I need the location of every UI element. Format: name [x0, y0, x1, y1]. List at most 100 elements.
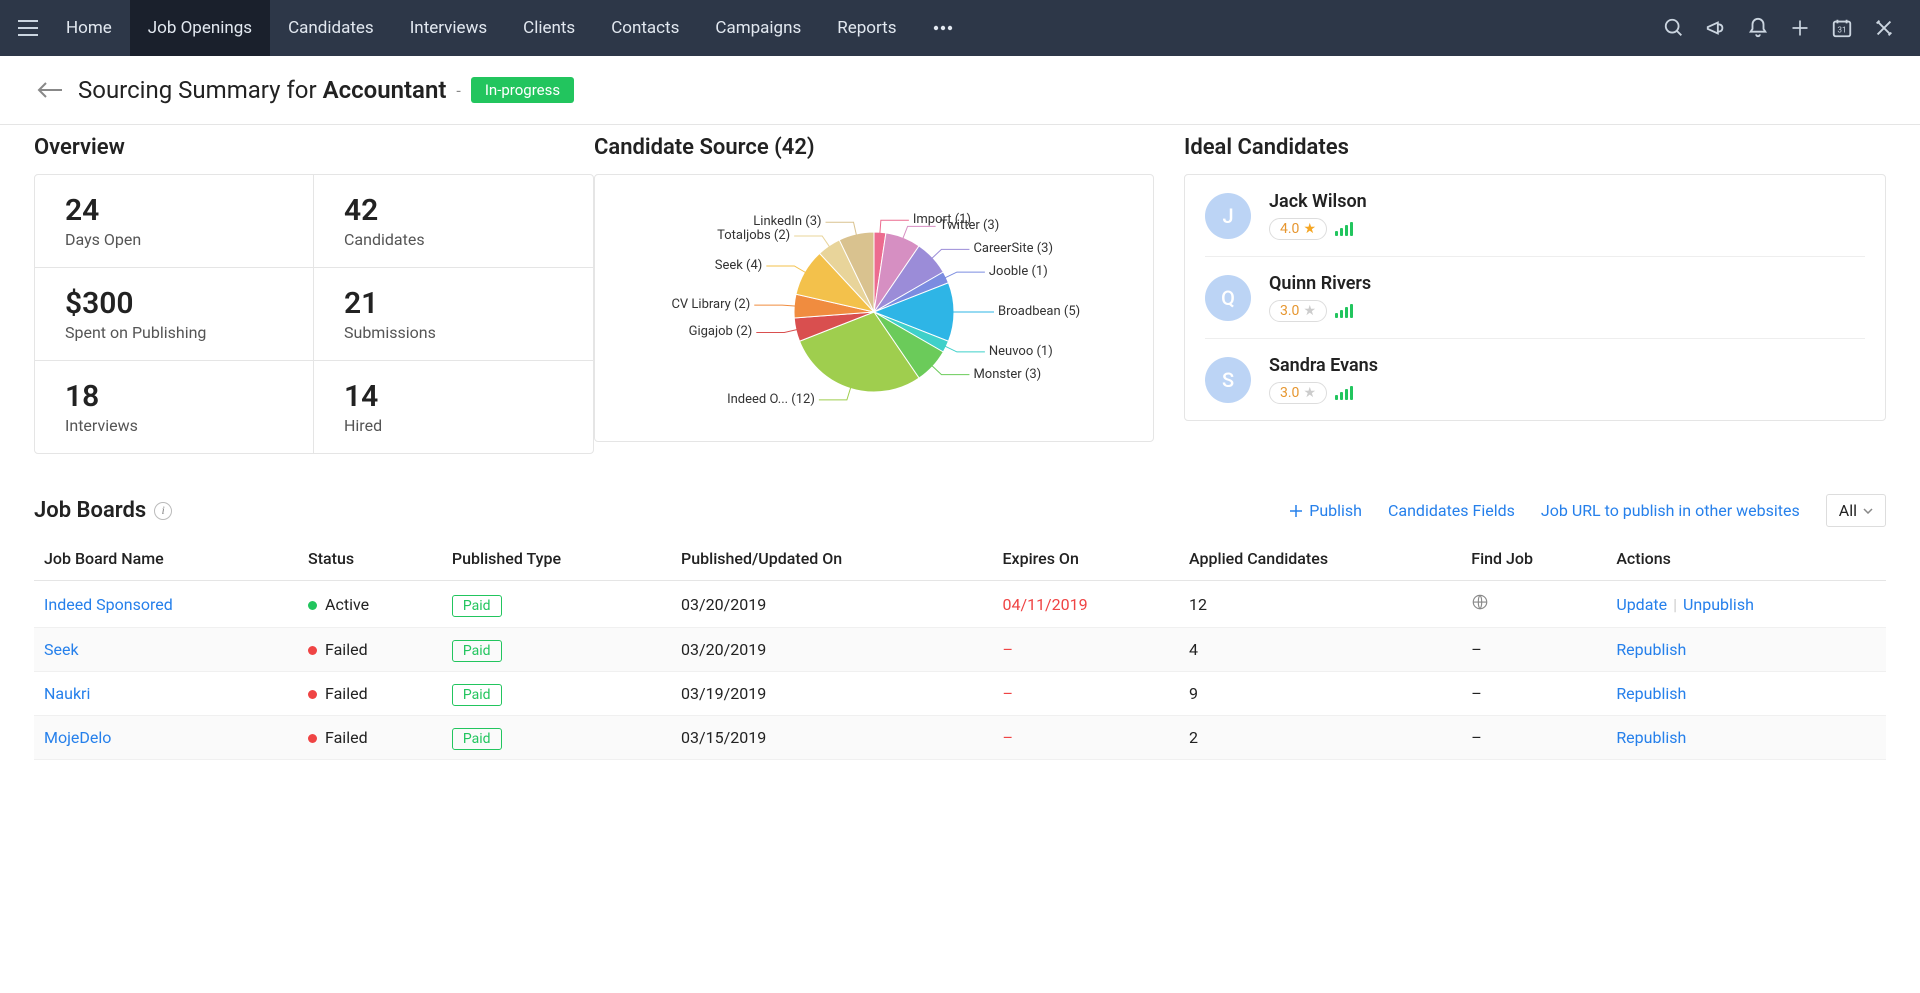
- filter-dropdown[interactable]: All: [1826, 494, 1886, 527]
- board-name-link[interactable]: MojeDelo: [44, 728, 111, 747]
- tools-icon[interactable]: [1872, 16, 1896, 40]
- candidate-name: Quinn Rivers: [1269, 273, 1865, 294]
- pie-label: Broadbean (5): [998, 304, 1080, 319]
- calendar-icon[interactable]: 31: [1830, 16, 1854, 40]
- nav-reports[interactable]: Reports: [819, 0, 914, 56]
- action-republish[interactable]: Republish: [1616, 728, 1686, 747]
- column-header: Actions: [1606, 537, 1886, 581]
- board-name-link[interactable]: Naukri: [44, 684, 90, 703]
- expires-cell: –: [992, 628, 1179, 672]
- actions-cell: Republish: [1606, 672, 1886, 716]
- stat-cell: 21Submissions: [314, 268, 593, 361]
- column-header: Expires On: [992, 537, 1179, 581]
- table-row: SeekFailedPaid03/20/2019–4–Republish: [34, 628, 1886, 672]
- signal-icon: [1335, 386, 1353, 400]
- avatar: Q: [1205, 275, 1251, 321]
- job-url-link[interactable]: Job URL to publish in other websites: [1541, 501, 1800, 520]
- top-nav: HomeJob OpeningsCandidatesInterviewsClie…: [0, 0, 1920, 56]
- board-name-link[interactable]: Indeed Sponsored: [44, 595, 173, 614]
- stat-cell: 18Interviews: [35, 361, 314, 453]
- pie-label: Totaljobs (2): [717, 228, 790, 243]
- stat-label: Submissions: [344, 323, 563, 342]
- nav-campaigns[interactable]: Campaigns: [697, 0, 819, 56]
- bell-icon[interactable]: [1746, 16, 1770, 40]
- applied-cell: 12: [1179, 581, 1461, 628]
- findjob-cell: –: [1461, 628, 1606, 672]
- globe-icon[interactable]: [1471, 596, 1489, 615]
- candidates-fields-link[interactable]: Candidates Fields: [1388, 501, 1515, 520]
- column-header: Published Type: [442, 537, 671, 581]
- stat-label: Spent on Publishing: [65, 323, 283, 342]
- paid-pill: Paid: [452, 595, 502, 617]
- paid-pill: Paid: [452, 640, 502, 662]
- paid-pill: Paid: [452, 684, 502, 706]
- search-icon[interactable]: [1662, 16, 1686, 40]
- candidate-row[interactable]: QQuinn Rivers3.0 ★: [1205, 257, 1865, 339]
- pie-label: Neuvoo (1): [989, 344, 1053, 359]
- ideal-heading: Ideal Candidates: [1184, 135, 1886, 160]
- actions-cell: Update|Unpublish: [1606, 581, 1886, 628]
- announce-icon[interactable]: [1704, 16, 1728, 40]
- nav-contacts[interactable]: Contacts: [593, 0, 697, 56]
- findjob-cell: –: [1461, 672, 1606, 716]
- stats-grid: 24 Days Open 42Candidates$300Spent on Publ…: [34, 174, 594, 454]
- action-republish[interactable]: Republish: [1616, 640, 1686, 659]
- expires-cell: 04/11/2019: [992, 581, 1179, 628]
- board-name-link[interactable]: Seek: [44, 640, 79, 659]
- jobboards-table: Job Board NameStatusPublished TypePublis…: [34, 537, 1886, 760]
- pie-label: Twitter (3): [940, 218, 1000, 233]
- ideal-candidates-card: JJack Wilson4.0 ★QQuinn Rivers3.0 ★SSand…: [1184, 174, 1886, 421]
- action-unpublish[interactable]: Unpublish: [1683, 595, 1754, 614]
- candidate-name: Sandra Evans: [1269, 355, 1865, 376]
- stat-cell: 42Candidates: [314, 175, 593, 268]
- plus-icon[interactable]: [1788, 16, 1812, 40]
- pie-label: Indeed O... (12): [727, 392, 815, 407]
- status-cell: Failed: [298, 672, 442, 716]
- jobboards-heading: Job Boards: [34, 498, 146, 523]
- back-arrow-icon[interactable]: [34, 74, 66, 106]
- stat-label: Interviews: [65, 416, 283, 435]
- nav-clients[interactable]: Clients: [505, 0, 593, 56]
- pie-label: Jooble (1): [989, 264, 1048, 279]
- candidate-row[interactable]: SSandra Evans3.0 ★: [1205, 339, 1865, 420]
- column-header: Published/Updated On: [671, 537, 992, 581]
- applied-cell: 9: [1179, 672, 1461, 716]
- findjob-cell: [1461, 581, 1606, 628]
- publish-button[interactable]: Publish: [1289, 501, 1362, 520]
- action-update[interactable]: Update: [1616, 595, 1667, 614]
- status-cell: Failed: [298, 628, 442, 672]
- pie-label: LinkedIn (3): [753, 214, 821, 229]
- stat-cell: $300Spent on Publishing: [35, 268, 314, 361]
- pie-label: Seek (4): [715, 258, 763, 273]
- svg-text:31: 31: [1837, 26, 1846, 36]
- expires-cell: –: [992, 672, 1179, 716]
- avatar: J: [1205, 193, 1251, 239]
- stat-value: 24: [65, 193, 283, 228]
- nav-job-openings[interactable]: Job Openings: [130, 0, 270, 56]
- hamburger-menu-icon[interactable]: [8, 8, 48, 48]
- nav-home[interactable]: Home: [48, 0, 130, 56]
- column-header: Job Board Name: [34, 537, 298, 581]
- info-icon[interactable]: i: [154, 502, 172, 520]
- stat-label: Days Open: [65, 230, 283, 249]
- action-republish[interactable]: Republish: [1616, 684, 1686, 703]
- paid-pill: Paid: [452, 728, 502, 750]
- signal-icon: [1335, 222, 1353, 236]
- nav-more-icon[interactable]: [915, 25, 971, 31]
- title-separator: -: [456, 81, 460, 100]
- column-header: Find Job: [1461, 537, 1606, 581]
- page-header: Sourcing Summary for Accountant - In-pro…: [0, 56, 1920, 125]
- published-cell: 03/15/2019: [671, 716, 992, 760]
- published-cell: 03/20/2019: [671, 581, 992, 628]
- findjob-cell: –: [1461, 716, 1606, 760]
- actions-cell: Republish: [1606, 716, 1886, 760]
- candidate-row[interactable]: JJack Wilson4.0 ★: [1205, 175, 1865, 257]
- candidate-name: Jack Wilson: [1269, 191, 1865, 212]
- avatar: S: [1205, 357, 1251, 403]
- nav-candidates[interactable]: Candidates: [270, 0, 392, 56]
- nav-interviews[interactable]: Interviews: [392, 0, 505, 56]
- stat-value: 42: [344, 193, 563, 228]
- stat-cell: 24 Days Open: [35, 175, 314, 268]
- table-row: NaukriFailedPaid03/19/2019–9–Republish: [34, 672, 1886, 716]
- published-cell: 03/19/2019: [671, 672, 992, 716]
